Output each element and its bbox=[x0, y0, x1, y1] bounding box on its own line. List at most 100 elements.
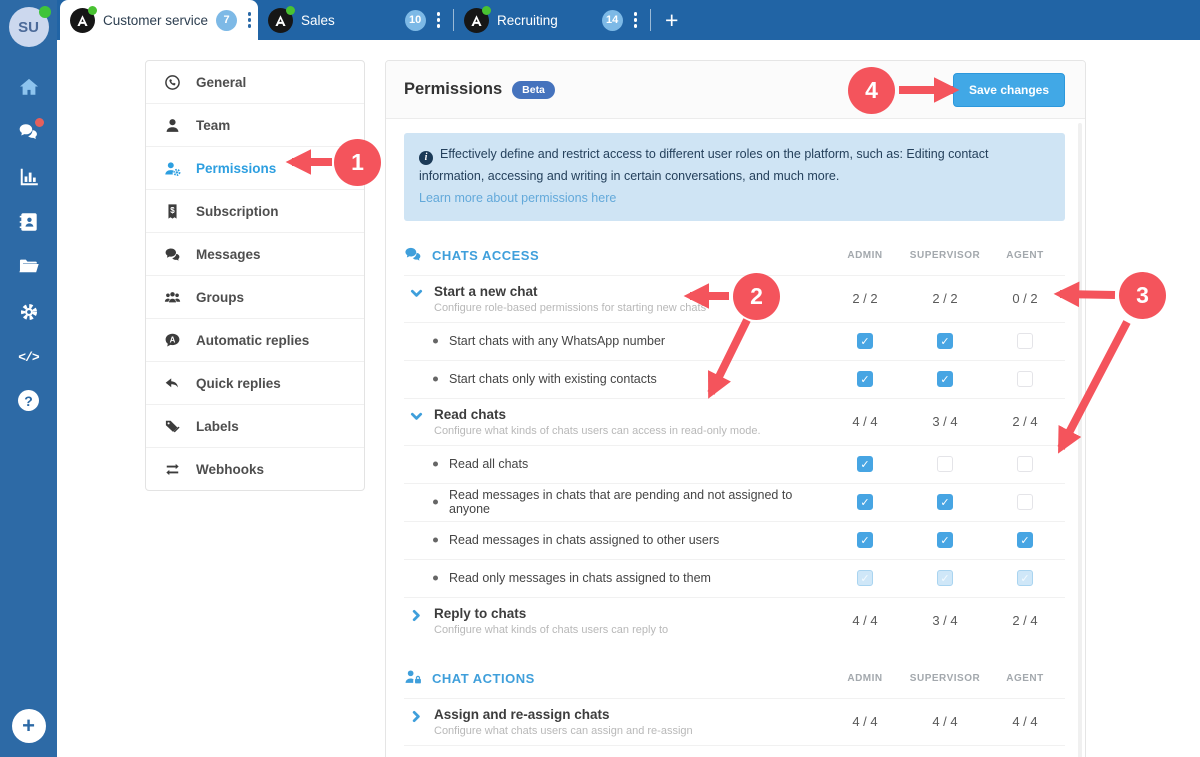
permission-checkbox-checked[interactable]: ✓ bbox=[857, 494, 873, 511]
permission-checkbox-unchecked[interactable] bbox=[937, 456, 953, 473]
sidebar-item-groups[interactable]: Groups bbox=[146, 275, 364, 318]
notification-dot bbox=[34, 118, 44, 127]
chats-icon[interactable] bbox=[17, 118, 44, 144]
permission-count: 0 / 2 bbox=[1012, 291, 1038, 307]
workspace-tab-label: Recruiting bbox=[497, 12, 558, 28]
help-icon[interactable]: ? bbox=[18, 390, 39, 411]
permission-checkbox-unchecked[interactable] bbox=[1017, 456, 1033, 473]
scrollbar[interactable] bbox=[1078, 123, 1082, 757]
receipt-icon: $ bbox=[162, 201, 182, 221]
permission-group-subtitle: Configure what kinds of chats users can … bbox=[434, 623, 669, 636]
groups-icon bbox=[162, 287, 182, 307]
sidebar-item-messages[interactable]: Messages bbox=[146, 232, 364, 275]
permission-checkbox-unchecked[interactable] bbox=[1017, 333, 1033, 350]
permission-child-row: Read only messages in chats assigned to … bbox=[404, 558, 1065, 597]
permission-count: 2 / 4 bbox=[1012, 414, 1038, 430]
permission-group-row bbox=[404, 744, 1065, 757]
quick-reply-icon bbox=[162, 373, 182, 393]
workspace-tab-label: Customer service bbox=[103, 12, 209, 28]
permission-count: 2 / 4 bbox=[1012, 613, 1038, 629]
permission-count: 3 / 4 bbox=[932, 414, 958, 430]
column-header-supervisor: SUPERVISOR bbox=[909, 673, 981, 685]
permission-group-title[interactable]: Read chats bbox=[434, 407, 825, 422]
permission-group-title[interactable]: Start a new chat bbox=[434, 284, 825, 299]
permission-checkbox-checked[interactable]: ✓ bbox=[1017, 532, 1033, 549]
permission-count: 2 / 2 bbox=[852, 291, 878, 307]
home-icon[interactable] bbox=[17, 75, 41, 99]
workspace-online-dot bbox=[286, 5, 295, 15]
permission-checkbox-checked[interactable]: ✓ bbox=[857, 333, 873, 350]
sidebar-item-general[interactable]: General bbox=[146, 61, 364, 103]
permission-checkbox-checked[interactable]: ✓ bbox=[937, 333, 953, 350]
sidebar-item-label: Automatic replies bbox=[196, 332, 310, 348]
tab-menu-icon[interactable] bbox=[245, 12, 254, 28]
permission-checkbox-checked[interactable]: ✓ bbox=[857, 532, 873, 549]
permission-group-row: Reply to chats Configure what kinds of ch… bbox=[404, 596, 1065, 644]
svg-text:A: A bbox=[169, 335, 175, 344]
permission-checkbox-disabled: ✓ bbox=[1017, 570, 1033, 587]
unread-count-badge: 7 bbox=[216, 9, 238, 31]
bullet-icon bbox=[433, 338, 438, 344]
sidebar-item-automatic-replies[interactable]: A Automatic replies bbox=[146, 318, 364, 361]
auto-reply-icon: A bbox=[162, 330, 182, 350]
permission-group-title[interactable]: Reply to chats bbox=[434, 606, 825, 621]
bullet-icon bbox=[433, 461, 438, 467]
workspace-tab-customer-service[interactable]: Customer service 7 bbox=[60, 0, 258, 40]
permission-child-row: Start chats only with existing contacts ✓… bbox=[404, 359, 1065, 398]
workspace-tab-label: Sales bbox=[301, 12, 335, 28]
permission-checkbox-unchecked[interactable] bbox=[1017, 494, 1033, 511]
permission-checkbox-checked[interactable]: ✓ bbox=[937, 494, 953, 511]
permission-checkbox-checked[interactable]: ✓ bbox=[857, 371, 873, 388]
bullet-icon bbox=[433, 499, 438, 505]
sidebar-item-subscription[interactable]: $ Subscription bbox=[146, 189, 364, 232]
permission-group-subtitle: Configure what kinds of chats users can … bbox=[434, 424, 761, 437]
save-changes-button[interactable]: Save changes bbox=[952, 72, 1065, 107]
contacts-icon[interactable] bbox=[17, 210, 41, 234]
permission-checkbox-disabled: ✓ bbox=[937, 570, 953, 587]
info-banner-text: Effectively define and restrict access t… bbox=[419, 147, 989, 183]
developer-icon[interactable]: </> bbox=[17, 345, 41, 369]
workspace-tab-recruiting[interactable]: Recruiting 14 bbox=[454, 0, 650, 40]
permission-child-title: Start chats with any WhatsApp number bbox=[449, 334, 666, 349]
sidebar-item-team[interactable]: Team bbox=[146, 103, 364, 146]
chevron-down-icon[interactable] bbox=[410, 410, 423, 423]
permission-group-title[interactable]: Assign and re-assign chats bbox=[434, 707, 825, 722]
workspace-logo-icon bbox=[70, 5, 97, 33]
permission-child-row: Read messages in chats assigned to other… bbox=[404, 520, 1065, 559]
permission-child-title: Read messages in chats assigned to other… bbox=[449, 533, 720, 548]
sidebar-item-quick-replies[interactable]: Quick replies bbox=[146, 361, 364, 404]
workspace-tab-sales[interactable]: Sales 10 bbox=[258, 0, 453, 40]
avatar[interactable]: SU bbox=[8, 6, 51, 47]
permission-checkbox-checked[interactable]: ✓ bbox=[857, 456, 873, 473]
permission-group-subtitle: Configure what chats users can assign an… bbox=[434, 724, 693, 737]
chevron-right-icon[interactable] bbox=[410, 609, 423, 622]
add-workspace-button[interactable]: + bbox=[11, 709, 46, 743]
permission-child-title: Read only messages in chats assigned to … bbox=[449, 571, 711, 586]
sidebar-item-permissions[interactable]: Permissions bbox=[146, 146, 364, 189]
permission-group-row: Start a new chat Configure role-based per… bbox=[404, 274, 1065, 322]
sidebar-item-label: Team bbox=[196, 117, 231, 133]
settings-icon[interactable] bbox=[17, 300, 41, 324]
column-header-agent: AGENT bbox=[1006, 673, 1044, 685]
permission-checkbox-unchecked[interactable] bbox=[1017, 371, 1033, 388]
tab-menu-icon[interactable] bbox=[434, 12, 443, 28]
learn-more-link[interactable]: Learn more about permissions here bbox=[419, 188, 616, 210]
chevron-right-icon[interactable] bbox=[410, 710, 423, 723]
app-window: SU </>? + Customer service 7 Sales 10 Recrui… bbox=[0, 0, 1200, 757]
sidebar-item-label: Labels bbox=[196, 418, 239, 434]
add-tab-button[interactable]: + bbox=[651, 0, 692, 40]
folder-icon[interactable] bbox=[17, 255, 41, 279]
sidebar-item-labels[interactable]: Labels bbox=[146, 404, 364, 447]
chevron-down-icon[interactable] bbox=[410, 287, 423, 300]
analytics-icon[interactable] bbox=[17, 165, 41, 189]
section-header: CHAT ACTIONS ADMIN SUPERVISOR AGENT bbox=[404, 668, 1065, 698]
person-gear-icon bbox=[162, 158, 182, 178]
section-title: CHATS ACCESS bbox=[432, 248, 540, 264]
sidebar-item-label: General bbox=[196, 74, 247, 90]
permissions-panel: Permissions Beta Save changes i Effective… bbox=[385, 60, 1086, 757]
unread-count-badge: 10 bbox=[404, 9, 426, 31]
sidebar-item-webhooks[interactable]: Webhooks bbox=[146, 447, 364, 490]
permission-checkbox-checked[interactable]: ✓ bbox=[937, 532, 953, 549]
tab-menu-icon[interactable] bbox=[631, 12, 640, 28]
permission-checkbox-checked[interactable]: ✓ bbox=[937, 371, 953, 388]
